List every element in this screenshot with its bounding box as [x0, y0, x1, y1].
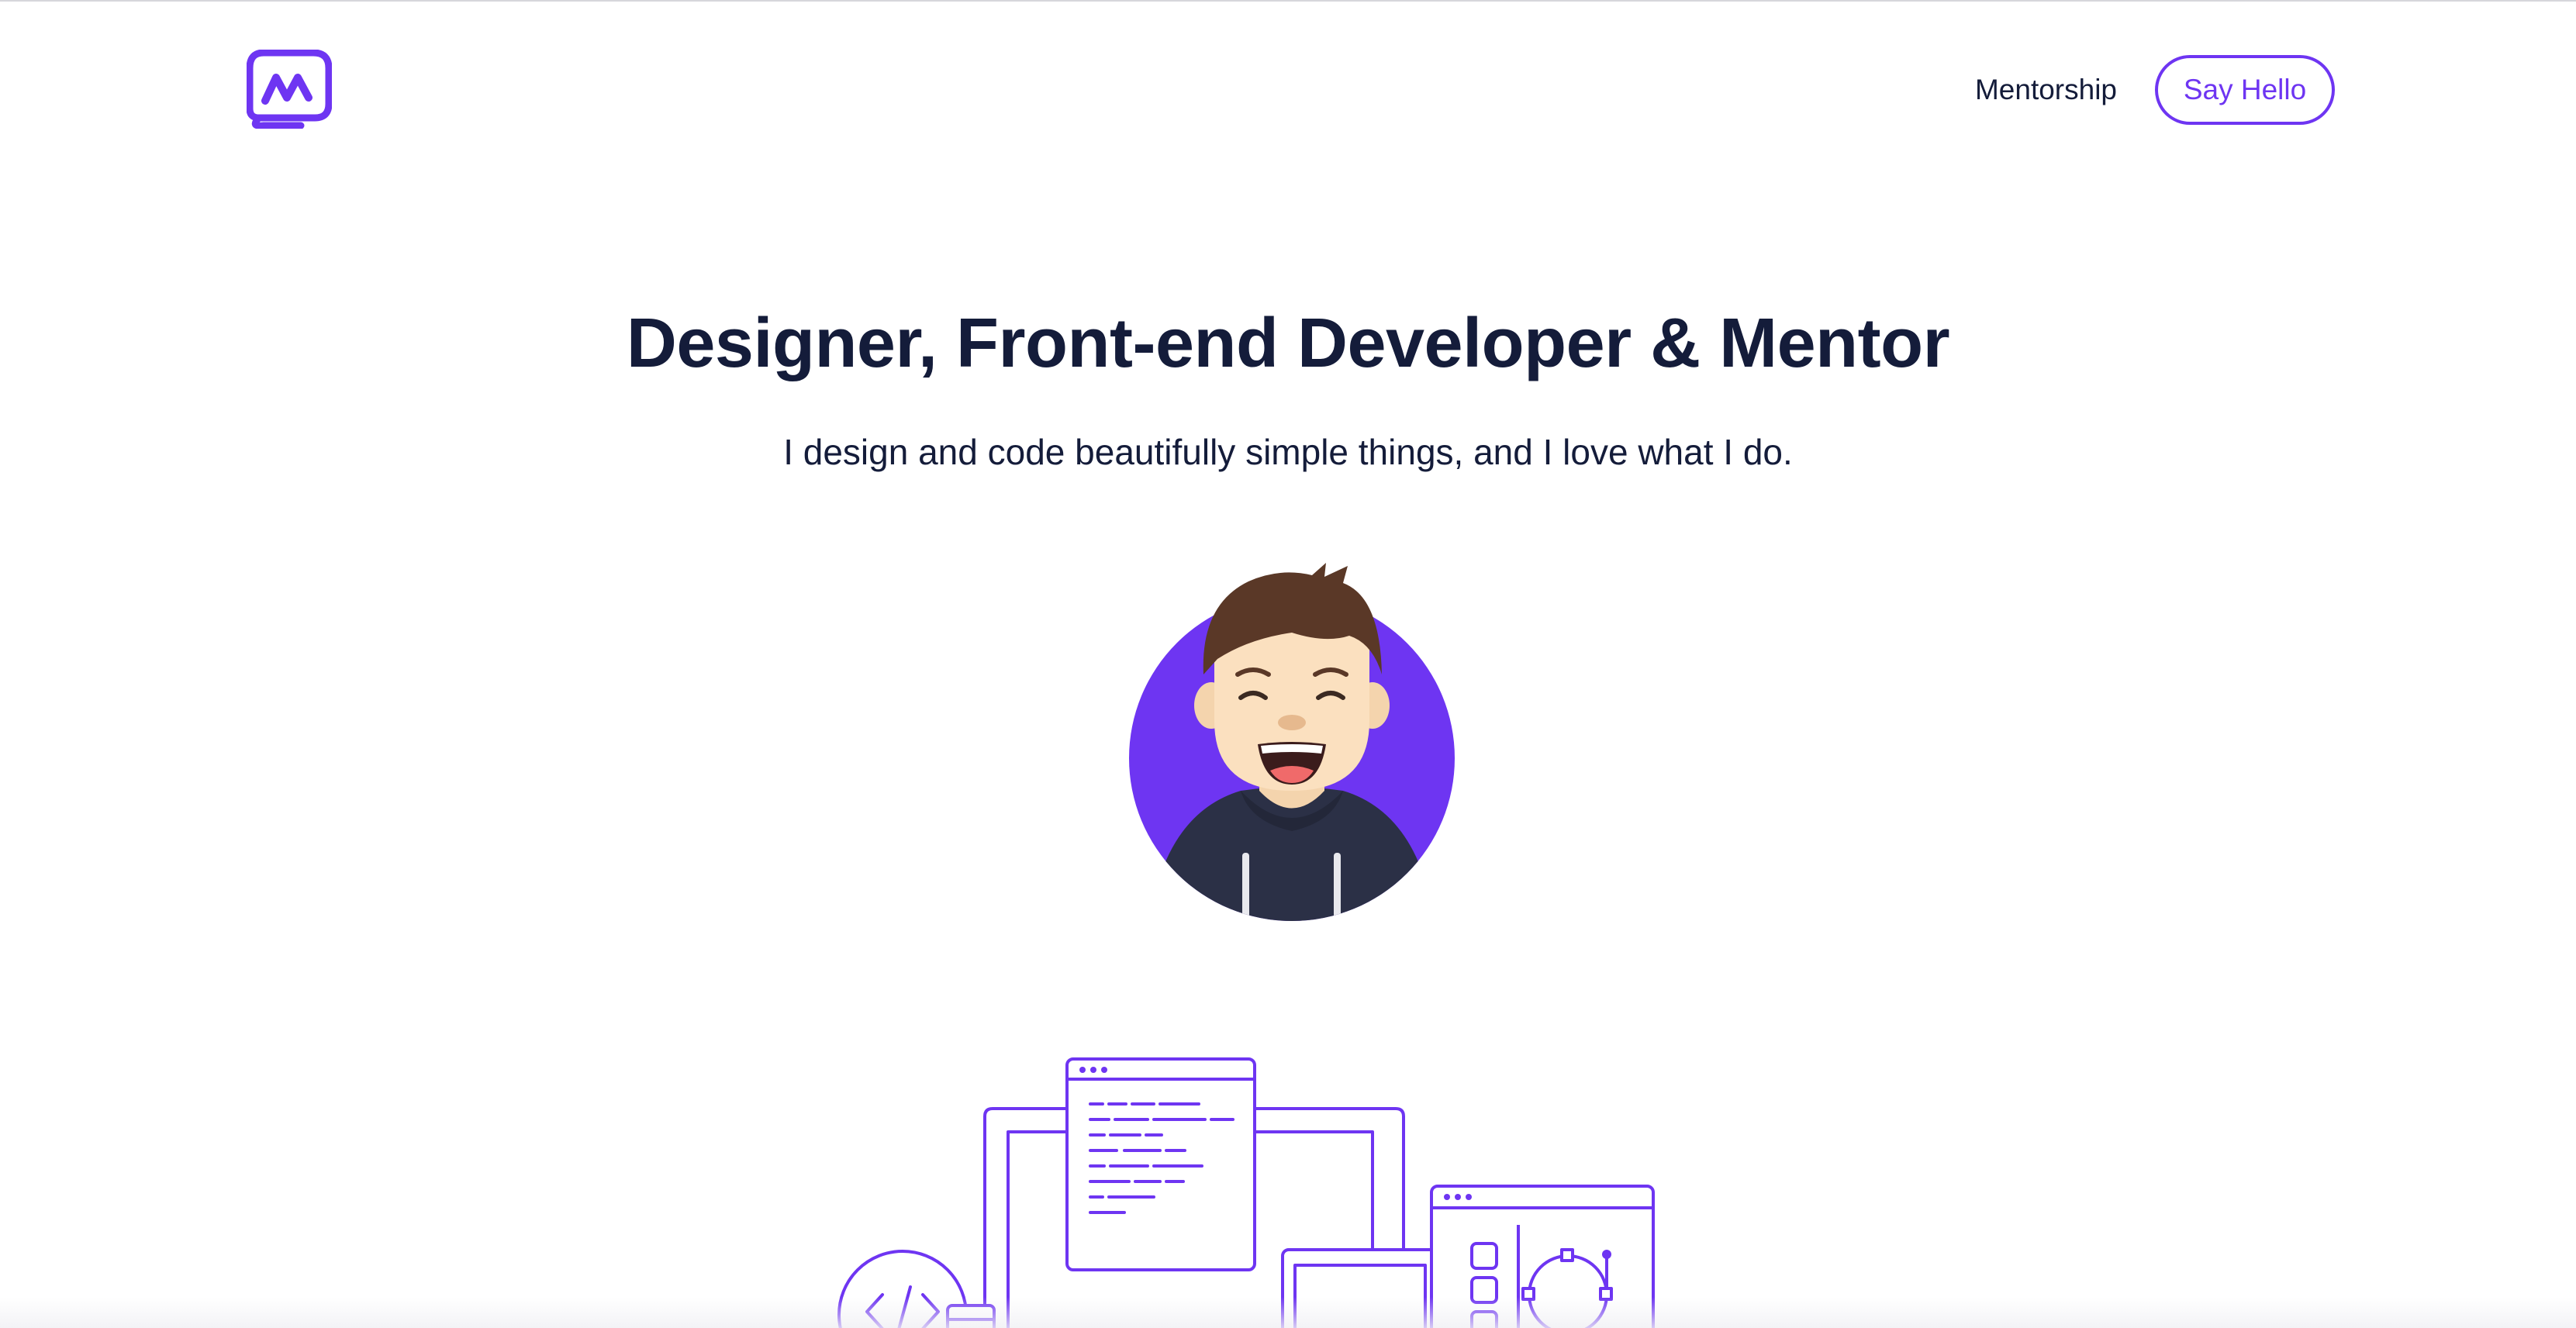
top-border [0, 0, 2576, 2]
nav-mentorship-link[interactable]: Mentorship [1975, 67, 2117, 113]
devices-illustration-icon [837, 1057, 1655, 1328]
avatar [1117, 558, 1458, 930]
say-hello-button[interactable]: Say Hello [2155, 55, 2335, 125]
monogram-logo-svg [247, 50, 332, 129]
avatar-illustration-icon [1129, 563, 1455, 921]
monogram-logo-icon[interactable] [247, 50, 332, 129]
bottom-fade [0, 1297, 2576, 1328]
hero-title: Designer, Front-end Developer & Mentor [626, 305, 1950, 382]
devices-illustration [822, 1047, 1675, 1328]
hero-subtitle: I design and code beautifully simple thi… [783, 432, 1793, 472]
